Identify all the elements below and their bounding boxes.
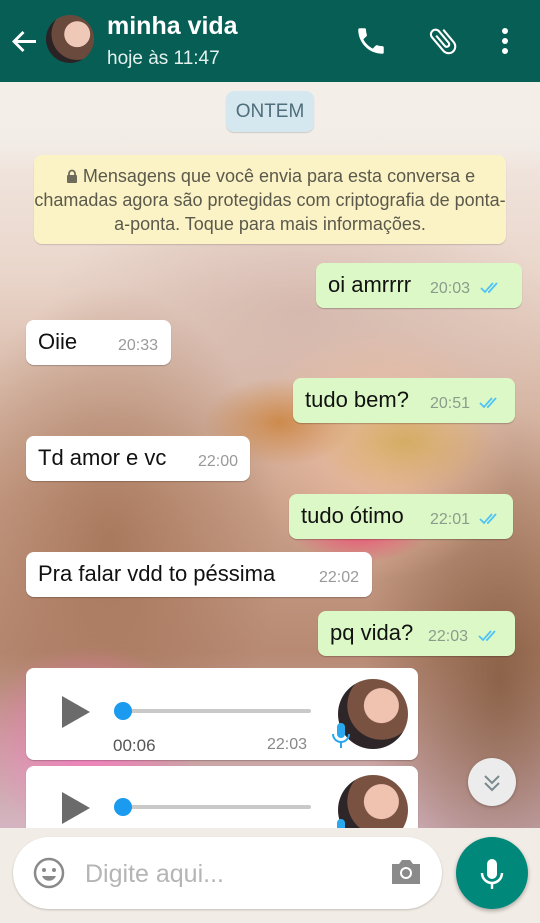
- back-arrow-icon[interactable]: [8, 24, 42, 58]
- message-bubble-incoming[interactable]: Pra falar vdd to péssima 22:02: [26, 552, 372, 597]
- voice-progress-knob[interactable]: [114, 798, 132, 816]
- message-time: 22:02: [319, 569, 360, 586]
- message-input-box: [13, 837, 442, 909]
- message-bubble-outgoing[interactable]: tudo bem? 20:51: [293, 378, 515, 423]
- message-time: 20:51: [430, 395, 471, 412]
- message-bubble-outgoing[interactable]: tudo ótimo 22:01: [289, 494, 513, 539]
- read-ticks-icon: [480, 281, 504, 295]
- more-vertical-icon[interactable]: [490, 24, 520, 58]
- voice-time: 22:03: [267, 736, 308, 753]
- camera-icon[interactable]: [389, 857, 423, 887]
- record-voice-button[interactable]: [456, 837, 528, 909]
- phone-icon[interactable]: [354, 24, 388, 58]
- message-text: Td amor e vc: [38, 445, 167, 470]
- message-text: tudo bem?: [305, 387, 409, 412]
- composer-bar: [0, 828, 540, 923]
- message-bubble-outgoing[interactable]: oi amrrrr 20:03: [316, 263, 522, 308]
- voice-progress-knob[interactable]: [114, 702, 132, 720]
- paperclip-icon[interactable]: [426, 24, 460, 58]
- read-ticks-icon: [478, 629, 502, 643]
- message-text: Oiie: [38, 329, 78, 354]
- voice-duration: 00:06: [113, 736, 156, 755]
- message-time: 20:03: [430, 280, 471, 297]
- play-icon[interactable]: [58, 790, 92, 826]
- encryption-notice[interactable]: Mensagens que você envia para esta conve…: [34, 155, 506, 244]
- message-text: Pra falar vdd to péssima: [38, 561, 276, 586]
- message-time: 22:03: [428, 628, 469, 645]
- voice-message: [26, 766, 418, 836]
- message-time: 22:01: [430, 511, 471, 528]
- message-bubble-outgoing[interactable]: pq vida? 22:03: [318, 611, 515, 656]
- mic-icon: [330, 722, 352, 750]
- message-time: 22:00: [198, 453, 239, 470]
- encryption-notice-text: Mensagens que você envia para esta conve…: [34, 166, 506, 234]
- scroll-to-bottom-button[interactable]: [468, 758, 516, 806]
- read-ticks-icon: [479, 396, 503, 410]
- contact-name[interactable]: minha vida: [107, 12, 238, 41]
- double-chevron-down-icon: [484, 775, 500, 792]
- message-text: tudo ótimo: [301, 503, 404, 528]
- message-bubble-incoming[interactable]: Td amor e vc 22:00: [26, 436, 250, 481]
- voice-progress-track[interactable]: [116, 805, 311, 809]
- lock-icon: [65, 165, 79, 183]
- message-input[interactable]: [83, 853, 377, 895]
- emoji-icon[interactable]: [33, 857, 65, 889]
- last-seen-status: hoje às 11:47: [107, 48, 220, 69]
- play-icon[interactable]: [58, 694, 92, 730]
- voice-progress-track[interactable]: [116, 709, 311, 713]
- message-time: 20:33: [118, 337, 159, 354]
- contact-avatar[interactable]: [46, 15, 94, 63]
- message-bubble-incoming[interactable]: Oiie 20:33: [26, 320, 171, 365]
- message-text: pq vida?: [330, 620, 414, 645]
- chat-header: minha vida hoje às 11:47: [0, 0, 540, 82]
- message-text: oi amrrrr: [328, 272, 412, 297]
- mic-icon: [480, 859, 504, 889]
- read-ticks-icon: [479, 512, 503, 526]
- voice-message: 00:06 22:03: [26, 668, 418, 760]
- date-chip: ONTEM: [226, 91, 314, 132]
